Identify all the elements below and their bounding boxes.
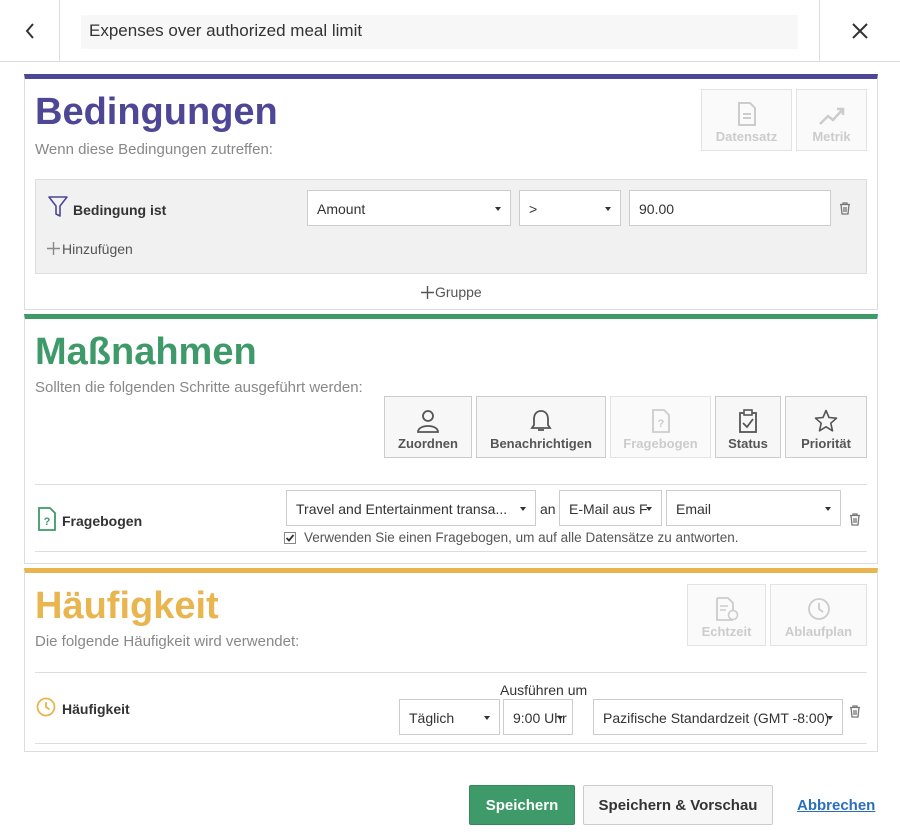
recipient-source-select[interactable]: E-Mail aus F: [559, 490, 662, 526]
tile-prioritaet[interactable]: Priorität: [785, 396, 867, 458]
doc-refresh-icon: [715, 597, 738, 621]
frequency-section: Häufigkeit Die folgende Häufigkeit wird …: [24, 568, 878, 752]
questionnaire-label: Fragebogen: [62, 513, 143, 529]
trash-icon[interactable]: [839, 202, 851, 215]
questionnaire-action-row: ? Fragebogen Travel and Entertainment tr…: [35, 484, 867, 552]
condition-group: Bedingung ist Amount > 90.00 Hinzufügen: [35, 179, 867, 274]
rule-title-input[interactable]: Expenses over authorized meal limit: [81, 15, 798, 49]
condition-field-select[interactable]: Amount: [307, 190, 511, 226]
run-time-select[interactable]: 9:00 Uhr: [503, 699, 573, 735]
trend-icon: [818, 107, 844, 125]
frequency-title: Häufigkeit: [35, 585, 219, 627]
tile-metrik[interactable]: Metrik: [796, 89, 867, 151]
person-icon: [417, 410, 439, 433]
chevron-down-icon: [827, 716, 833, 720]
chevron-down-icon: [557, 716, 563, 720]
chevron-down-icon: [495, 207, 501, 211]
checkbox-checked[interactable]: [284, 532, 296, 544]
actions-section: Maßnahmen Sollten die folgenden Schritte…: [24, 314, 878, 564]
run-at-label: Ausführen um: [500, 682, 588, 698]
interval-select[interactable]: Täglich: [399, 699, 500, 735]
plus-icon: [47, 242, 60, 255]
questionnaire-select[interactable]: Travel and Entertainment transa...: [286, 490, 536, 526]
save-button[interactable]: Speichern: [469, 785, 575, 825]
frequency-row: Häufigkeit Ausführen um Täglich 9:00 Uhr…: [35, 672, 867, 744]
svg-text:?: ?: [657, 418, 664, 430]
conditions-subtitle: Wenn diese Bedingungen zutreffen:: [35, 141, 273, 158]
checkbox-label: Verwenden Sie einen Fragebogen, um auf a…: [304, 530, 739, 545]
timezone-select[interactable]: Pazifische Standardzeit (GMT -8:00): [593, 699, 843, 735]
tile-zuordnen[interactable]: Zuordnen: [384, 396, 472, 458]
star-icon: [814, 409, 838, 432]
save-preview-button[interactable]: Speichern & Vorschau: [583, 785, 773, 825]
actions-title: Maßnahmen: [35, 331, 257, 373]
frequency-subtitle: Die folgende Häufigkeit wird verwendet:: [35, 633, 300, 650]
svg-text:?: ?: [44, 516, 51, 528]
connector-label: an: [540, 501, 556, 517]
chevron-down-icon: [825, 507, 831, 511]
cancel-link[interactable]: Abbrechen: [797, 797, 875, 814]
question-doc-icon: ?: [651, 409, 670, 433]
chevron-down-icon: [484, 716, 490, 720]
tile-fragebogen[interactable]: ? Fragebogen: [610, 396, 711, 458]
tile-status[interactable]: Status: [715, 396, 781, 458]
dialog-header: Expenses over authorized meal limit: [0, 0, 900, 62]
chevron-down-icon: [520, 507, 526, 511]
close-icon: [852, 23, 868, 39]
chevron-left-icon: [25, 23, 34, 39]
condition-value-input[interactable]: 90.00: [629, 190, 831, 226]
back-button[interactable]: [0, 0, 60, 62]
conditions-title: Bedingungen: [35, 91, 278, 133]
bell-icon: [530, 410, 552, 431]
recipient-select[interactable]: Email: [666, 490, 841, 526]
tile-echtzeit[interactable]: Echtzeit: [687, 584, 766, 646]
trash-icon[interactable]: [849, 705, 861, 718]
tile-benachrichtigen[interactable]: Benachrichtigen: [476, 396, 606, 458]
plus-icon: [421, 285, 434, 299]
condition-label: Bedingung ist: [73, 202, 167, 218]
trash-icon[interactable]: [849, 513, 861, 526]
close-button[interactable]: [819, 0, 900, 62]
tile-datensatz[interactable]: Datensatz: [701, 89, 792, 151]
add-group-button[interactable]: Gruppe: [421, 284, 482, 300]
actions-subtitle: Sollten die folgenden Schritte ausgeführ…: [35, 379, 363, 396]
question-doc-icon: ?: [38, 507, 56, 531]
document-icon: [737, 102, 756, 126]
tile-ablaufplan[interactable]: Ablaufplan: [770, 584, 867, 646]
chevron-down-icon: [605, 207, 611, 211]
chevron-down-icon: [646, 507, 652, 511]
clipboard-check-icon: [739, 409, 757, 433]
conditions-section: Bedingungen Wenn diese Bedingungen zutre…: [24, 74, 878, 310]
add-condition-button[interactable]: Hinzufügen: [62, 241, 133, 257]
filter-icon: [48, 196, 68, 217]
condition-operator-select[interactable]: >: [519, 190, 621, 226]
clock-icon: [807, 598, 830, 620]
frequency-label: Häufigkeit: [62, 701, 130, 717]
clock-icon: [36, 697, 56, 717]
